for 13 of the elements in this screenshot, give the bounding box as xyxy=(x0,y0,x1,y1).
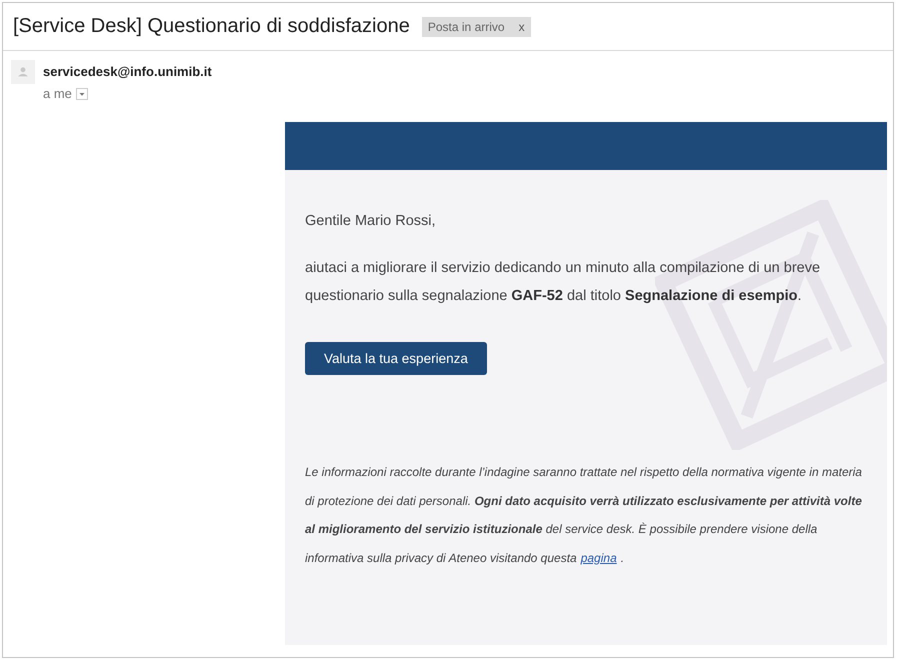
privacy-notice: Le informazioni raccolte durante l’indagine saranno trattate nel rispetto della normativa vigente in materia di protezione dei dati personali. Ogni dato acquisito verrà utilizzato esclusivamente per attività volte al miglioramento del servizio istituzionale del service desk. È possibile prendere visione della informativa sulla privacy di Ateneo visitando questa pagina . xyxy=(305,464,863,566)
recipient-label: a me xyxy=(43,86,72,101)
remove-label-button[interactable]: x xyxy=(518,20,525,34)
rate-experience-button[interactable]: Valuta la tua esperienza xyxy=(305,342,487,375)
sender-address: servicedesk@info.unimib.it xyxy=(43,63,212,79)
privacy-link[interactable]: pagina xyxy=(580,550,617,564)
greeting-text: Gentile Mario Rossi, xyxy=(305,212,437,231)
avatar-icon xyxy=(11,60,35,84)
email-subject: [Service Desk] Questionario di soddisfazione xyxy=(13,15,410,38)
label-text: Posta in arrivo xyxy=(428,20,505,34)
dropdown-icon[interactable] xyxy=(76,88,88,100)
message-text: aiutaci a migliorare il servizio dedicando un minuto alla compilazione di un breve questionario sulla segnalazione GAF-52 dal titolo Segnalazione di esempio. xyxy=(305,259,822,306)
label-chip[interactable]: Posta in arrivo x xyxy=(422,16,531,36)
